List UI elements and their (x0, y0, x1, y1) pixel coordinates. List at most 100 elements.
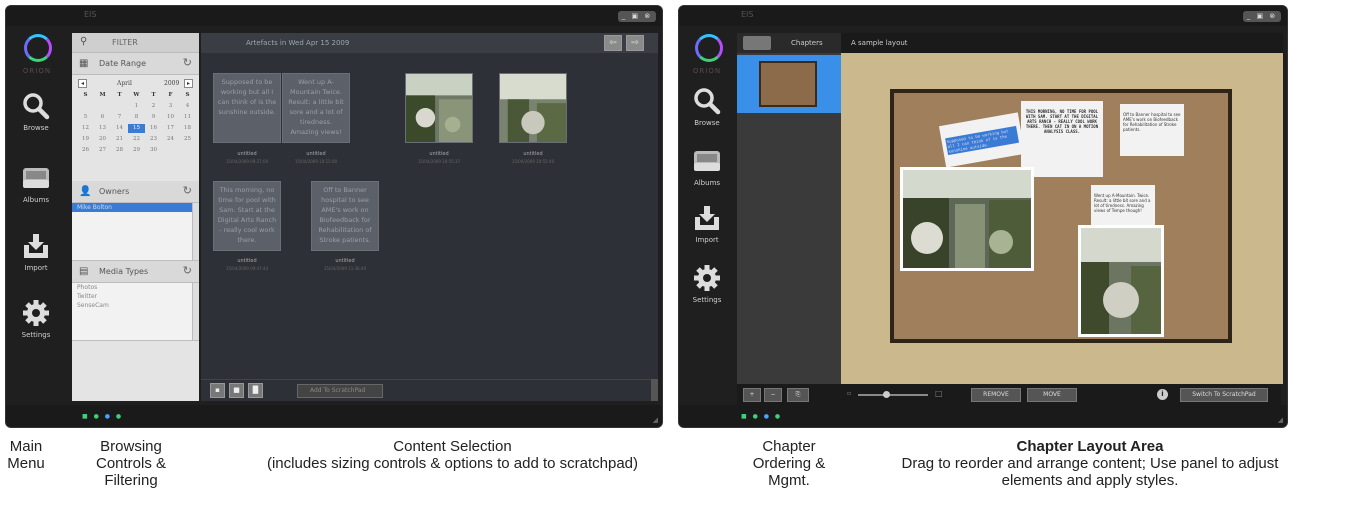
calendar-day[interactable]: 8 (128, 113, 145, 122)
calendar-day[interactable]: 30 (145, 146, 162, 155)
menu-item-settings[interactable]: Settings (6, 298, 66, 339)
zoom-in-icon[interactable]: □ (935, 389, 943, 398)
calendar-day[interactable]: 3 (162, 102, 179, 111)
media-type-item[interactable]: Twitter (72, 292, 199, 301)
menu-item-import[interactable]: Import (6, 231, 66, 272)
calendar-day[interactable]: 14 (111, 124, 128, 133)
artefact-photo-tile[interactable] (405, 73, 473, 143)
calendar-day[interactable]: 10 (162, 113, 179, 122)
chapter-item-selected[interactable] (737, 55, 841, 113)
calendar-day[interactable]: 2 (145, 102, 162, 111)
menu-item-browse[interactable]: Browse (679, 86, 735, 127)
move-button[interactable]: MOVE (1027, 388, 1077, 402)
refresh-icon[interactable]: ↻ (183, 264, 192, 277)
medium-size-button[interactable]: ■ (229, 383, 244, 398)
photo-item[interactable] (900, 167, 1034, 271)
small-size-button[interactable]: ▪ (210, 383, 225, 398)
zoom-out-icon[interactable]: ▫ (847, 390, 851, 397)
artefact-tile[interactable]: Supposed to be working but all I can thi… (213, 73, 281, 143)
calendar-day[interactable]: 25 (179, 135, 196, 144)
calendar-day[interactable]: 6 (94, 113, 111, 122)
calendar-day[interactable]: 9 (145, 113, 162, 122)
add-to-scratchpad-button[interactable]: Add To ScratchPad (297, 384, 383, 398)
calendar-day[interactable]: 11 (179, 113, 196, 122)
calendar-day-header: W (133, 92, 140, 98)
calendar-day[interactable]: 17 (162, 124, 179, 133)
prev-month-button[interactable]: ◂ (78, 79, 87, 88)
calendar-day (179, 146, 196, 155)
next-month-button[interactable]: ▸ (184, 79, 193, 88)
calendar-day[interactable]: 21 (111, 135, 128, 144)
owners-header[interactable]: 👤 Owners ↻ (72, 181, 199, 203)
owner-item[interactable]: Mike Bolton (72, 203, 199, 212)
calendar-day[interactable]: 16 (145, 124, 162, 133)
forward-arrow-icon[interactable]: ⇨ (626, 35, 644, 51)
calendar-day[interactable]: 12 (77, 124, 94, 133)
calendar-day (77, 102, 94, 111)
large-size-button[interactable]: █ (248, 383, 263, 398)
zoom-slider-knob[interactable] (883, 391, 890, 398)
media-types-list[interactable]: Photos Twitter SenseCam (72, 283, 199, 341)
resize-grip-icon[interactable]: ◢ (1278, 416, 1283, 424)
back-arrow-icon[interactable]: ⇦ (604, 35, 622, 51)
remove-button[interactable]: REMOVE (971, 388, 1021, 402)
calendar-day[interactable]: 24 (162, 135, 179, 144)
refresh-icon[interactable]: ↻ (183, 184, 192, 197)
artefact-tile[interactable]: Off to Banner hospital to see AME's work… (311, 181, 379, 251)
menu-item-albums[interactable]: Albums (6, 163, 66, 204)
layout-title[interactable]: A sample layout (851, 39, 908, 47)
artefact-tile[interactable]: Went up A-Mountain Twice. Result: a litt… (282, 73, 350, 143)
calendar-day[interactable]: 22 (128, 135, 145, 144)
status-dots: ■ ● ● ● (82, 413, 124, 420)
artefact-photo-tile[interactable] (499, 73, 567, 143)
content-scrollbar[interactable] (651, 379, 658, 401)
content-panel: Artefacts in Wed Apr 15 2009 ⇦ ⇨ Suppose… (201, 33, 658, 401)
photo-item[interactable] (1078, 225, 1164, 337)
calendar-day[interactable]: 26 (77, 146, 94, 155)
media-type-item[interactable]: SenseCam (72, 301, 199, 310)
date-range-header[interactable]: ▦ Date Range ↻ (72, 53, 199, 75)
calendar-day[interactable]: 4 (179, 102, 196, 111)
zoom-slider[interactable] (858, 391, 928, 398)
menu-item-settings[interactable]: Settings (679, 263, 735, 304)
calendar-day[interactable]: 15 (128, 124, 145, 133)
calendar-day[interactable]: 5 (77, 113, 94, 122)
chapter-layout-area[interactable]: THIS MORNING, NO TIME FOR POOL WITH SAM.… (841, 53, 1283, 384)
window-controls[interactable]: _ ▣ ⊗ (1243, 11, 1281, 22)
scrollbar[interactable] (192, 283, 199, 340)
note-card-rotated[interactable]: Supposed to be working but all I can thi… (938, 112, 1026, 168)
calendar-day[interactable]: 23 (145, 135, 162, 144)
media-type-item[interactable]: Photos (72, 283, 199, 292)
calendar-day[interactable]: 20 (94, 135, 111, 144)
media-types-header[interactable]: ▤ Media Types ↻ (72, 261, 199, 283)
note-card[interactable]: THIS MORNING, NO TIME FOR POOL WITH SAM.… (1021, 101, 1103, 177)
info-icon[interactable]: i (1157, 389, 1168, 400)
menu-item-browse[interactable]: Browse (6, 91, 66, 132)
window-controls[interactable]: _ ▣ ⊗ (618, 11, 656, 22)
menu-item-albums[interactable]: Albums (679, 146, 735, 187)
switch-to-scratchpad-button[interactable]: Switch To ScratchPad (1180, 388, 1268, 402)
calendar-day[interactable]: 28 (111, 146, 128, 155)
caption-content-selection: Content Selection (includes sizing contr… (230, 438, 675, 472)
calendar-day[interactable]: 18 (179, 124, 196, 133)
calendar-day[interactable]: 7 (111, 113, 128, 122)
calendar-day[interactable]: 29 (128, 146, 145, 155)
add-chapter-button[interactable]: + (743, 388, 761, 402)
chapters-back-button[interactable] (743, 36, 771, 50)
menu-item-import[interactable]: Import (679, 203, 735, 244)
calendar-day[interactable]: 13 (94, 124, 111, 133)
chapter-settings-button[interactable]: ⎘ (787, 388, 809, 402)
refresh-icon[interactable]: ↻ (183, 56, 192, 69)
scrollbar[interactable] (192, 203, 199, 260)
note-card[interactable]: Off to Banner hospital to see AME's work… (1120, 104, 1184, 156)
calendar-day[interactable]: 1 (128, 102, 145, 111)
calendar-day[interactable]: 27 (94, 146, 111, 155)
remove-chapter-button[interactable]: − (764, 388, 782, 402)
resize-grip-icon[interactable]: ◢ (653, 416, 658, 424)
owners-list[interactable]: Mike Bolton (72, 203, 199, 261)
status-bar: ■ ● ● ● ◢ (679, 405, 1287, 427)
artefact-tile[interactable]: This morning, no time for pool with Sam.… (213, 181, 281, 251)
tile-date: 15/04/2009 09:27:00 (225, 159, 269, 164)
filter-search[interactable]: ⚲ FILTER (72, 33, 199, 53)
calendar-day[interactable]: 19 (77, 135, 94, 144)
